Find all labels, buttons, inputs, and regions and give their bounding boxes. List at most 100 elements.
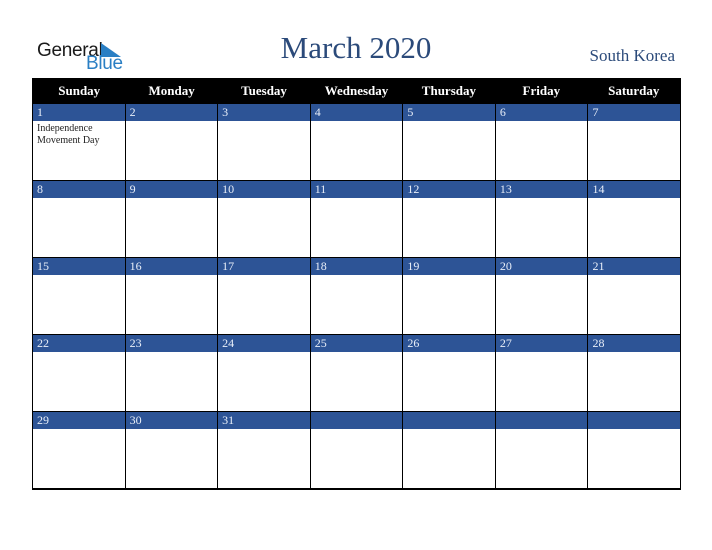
day-number: 26 [403,334,495,352]
day-number: 10 [218,180,310,198]
holiday-event [496,198,588,202]
holiday-event [126,275,218,279]
day-cell [403,411,496,488]
holiday-event [403,198,495,202]
day-number [588,411,681,429]
day-cell: 13 [495,180,589,257]
day-number: 4 [310,103,403,121]
day-cell: 25 [310,334,404,411]
holiday-event [311,352,403,356]
day-cell: 1 Independence Movement Day [33,103,126,180]
day-cell: 27 [495,334,589,411]
weekday-thursday: Thursday [421,83,476,98]
weekday-monday: Monday [148,83,195,98]
holiday-event [218,198,310,202]
day-number: 27 [495,334,588,352]
day-number: 12 [403,180,495,198]
day-cell: 14 [588,180,681,257]
day-number: 17 [218,257,310,275]
day-number: 28 [588,334,681,352]
day-cell: 9 [125,180,219,257]
day-number: 16 [125,257,218,275]
week-row: 1 Independence Movement Day 2 3 4 5 6 7 [33,103,681,180]
holiday-event [403,121,495,125]
day-number: 24 [218,334,310,352]
holiday-event [311,429,403,433]
day-number: 2 [125,103,218,121]
holiday-event [218,121,310,125]
holiday-event [218,352,310,356]
day-number: 3 [218,103,310,121]
day-number: 11 [310,180,403,198]
day-number: 13 [495,180,588,198]
day-number: 30 [125,411,218,429]
day-number: 18 [310,257,403,275]
weekday-tuesday: Tuesday [241,83,287,98]
holiday-event [33,352,125,356]
holiday-event [311,198,403,202]
day-cell: 6 [495,103,589,180]
day-cell [310,411,404,488]
day-cell: 20 [495,257,589,334]
day-number: 6 [495,103,588,121]
day-number: 7 [588,103,681,121]
day-cell: 10 [218,180,311,257]
day-cell: 29 [33,411,126,488]
day-number [310,411,403,429]
day-number [495,411,588,429]
holiday-event: Independence Movement Day [37,123,100,146]
week-row: 29 30 31 [33,411,681,488]
day-number: 23 [125,334,218,352]
calendar-grid: Sunday Monday Tuesday Wednesday Thursday Frid… [32,78,681,490]
day-cell: 11 [310,180,404,257]
day-number: 5 [403,103,495,121]
holiday-event [126,429,218,433]
day-cell: 3 [218,103,311,180]
holiday-event [403,429,495,433]
day-cell: 5 [403,103,496,180]
weekday-friday: Friday [522,83,561,98]
day-cell: 12 [403,180,496,257]
day-cell [495,411,589,488]
day-cell: 2 [125,103,219,180]
weekday-wednesday: Wednesday [324,83,389,98]
day-cell: 26 [403,334,496,411]
country-label: South Korea [589,46,675,65]
day-number: 8 [33,180,125,198]
day-number: 31 [218,411,310,429]
day-number: 21 [588,257,681,275]
day-cell: 8 [33,180,126,257]
day-cell: 28 [588,334,681,411]
weekday-sunday: Sunday [58,83,101,98]
holiday-event [496,429,588,433]
holiday-event [126,121,218,125]
day-number: 15 [33,257,125,275]
day-cell: 15 [33,257,126,334]
weekday-header: Sunday Monday Tuesday Wednesday Thursday Frid… [33,79,680,103]
holiday-event [588,429,680,433]
holiday-event [588,121,680,125]
day-cell: 4 [310,103,404,180]
week-row: 8 9 10 11 12 13 14 [33,180,681,257]
holiday-event [403,352,495,356]
day-number: 14 [588,180,681,198]
day-cell: 30 [125,411,219,488]
day-cell: 31 [218,411,311,488]
day-cell: 23 [125,334,219,411]
day-cell: 18 [310,257,404,334]
holiday-event [33,275,125,279]
day-cell: 19 [403,257,496,334]
holiday-event [218,275,310,279]
holiday-event [496,121,588,125]
day-cell: 7 [588,103,681,180]
day-number: 19 [403,257,495,275]
day-cell [588,411,681,488]
holiday-event [126,198,218,202]
holiday-event [496,352,588,356]
day-number [403,411,495,429]
holiday-event [311,275,403,279]
holiday-event [403,275,495,279]
holiday-event [496,275,588,279]
day-number: 1 [33,103,125,121]
holiday-event [588,352,680,356]
